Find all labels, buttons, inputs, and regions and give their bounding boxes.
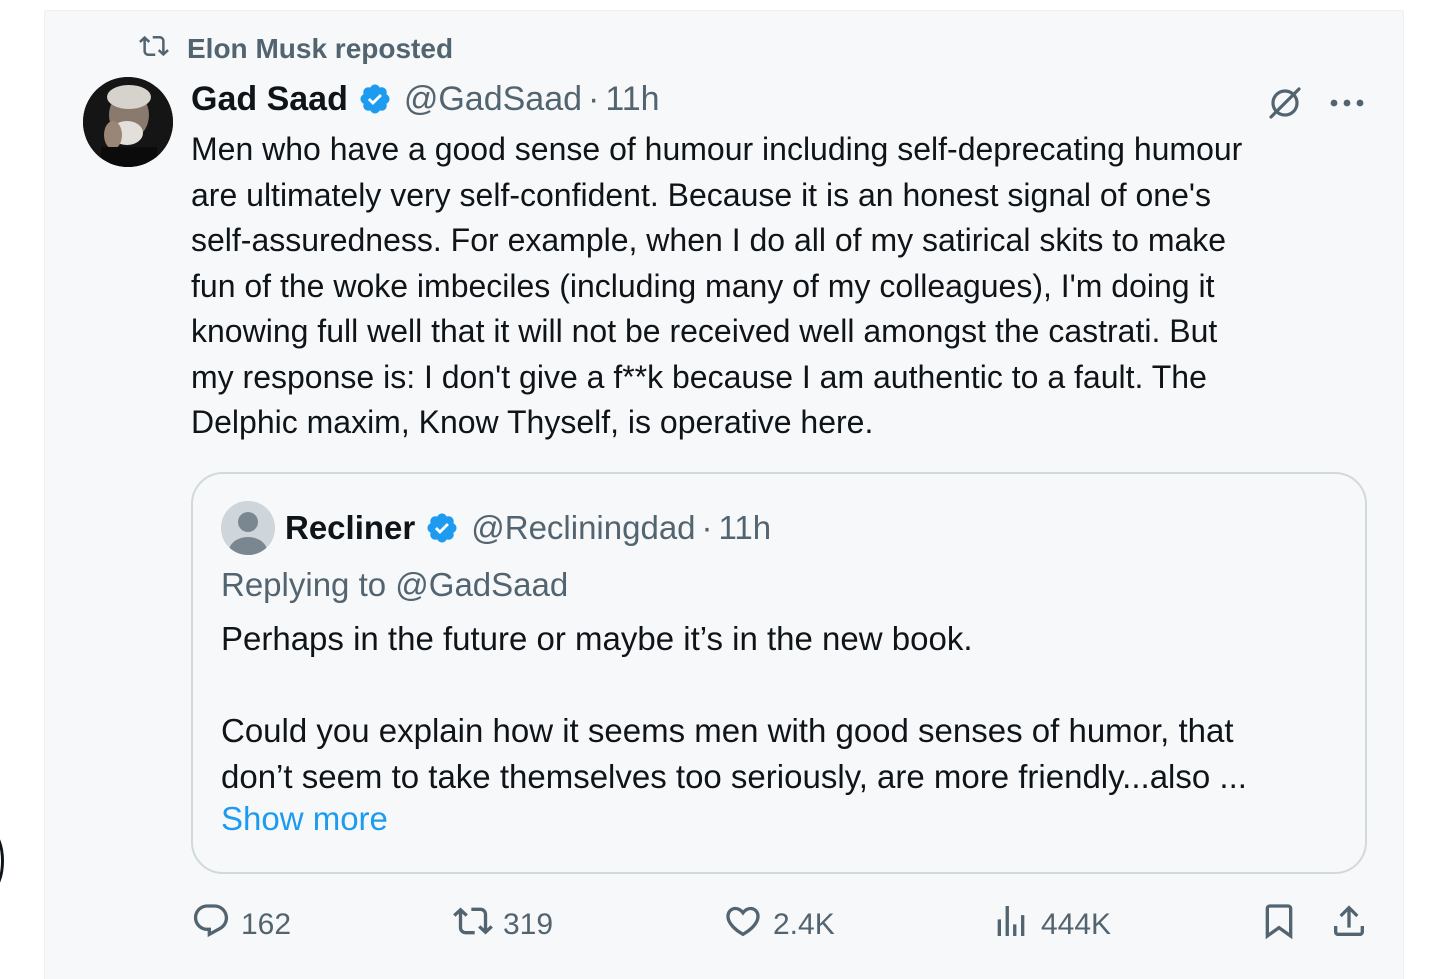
repost-icon — [137, 31, 171, 66]
quoted-author-name[interactable]: Recliner — [285, 509, 415, 547]
tweet-card[interactable]: Elon Musk reposted Gad Saad @GadSaad · 1… — [44, 10, 1404, 979]
tweet-body: Men who have a good sense of humour incl… — [191, 131, 1243, 440]
bookmark-button[interactable] — [1259, 899, 1299, 951]
quoted-tweet-header: Recliner @Recliningdad · 11h — [221, 500, 771, 556]
share-icon — [1329, 901, 1369, 949]
repost-count: 319 — [503, 908, 554, 941]
separator-dot: · — [701, 509, 713, 546]
bookmark-icon — [1259, 901, 1299, 949]
heart-icon — [723, 901, 763, 949]
repost-text[interactable]: Elon Musk reposted — [187, 33, 453, 65]
more-options-icon[interactable] — [1325, 81, 1369, 125]
quoted-text-paragraph2: Could you explain how it seems men with … — [221, 712, 1247, 795]
views-chart-icon — [991, 901, 1031, 949]
views-button[interactable]: 444K — [991, 899, 1111, 951]
grok-icon[interactable] — [1263, 81, 1307, 125]
repost-indicator: Elon Musk reposted — [137, 31, 453, 66]
author-name[interactable]: Gad Saad — [191, 80, 348, 119]
repost-icon — [453, 901, 493, 949]
verified-badge-icon — [358, 82, 392, 116]
replying-to-line: Replying to @GadSaad — [221, 566, 568, 604]
tweet-actions: 162 319 2.4K 444K — [191, 899, 1371, 951]
views-count: 444K — [1041, 908, 1112, 941]
replying-to-label: Replying to — [221, 566, 387, 603]
default-avatar-icon[interactable] — [221, 501, 275, 555]
author-handle[interactable]: @GadSaad — [404, 80, 582, 119]
tweet-time[interactable]: 11h — [605, 80, 659, 119]
partial-avatar-edge — [0, 832, 4, 890]
tweet-header: Gad Saad @GadSaad · 11h — [191, 77, 660, 121]
repost-button[interactable]: 319 — [453, 899, 553, 951]
reply-button[interactable]: 162 — [191, 899, 291, 951]
author-avatar[interactable] — [83, 77, 173, 167]
verified-badge-icon — [425, 511, 459, 545]
like-count: 2.4K — [773, 908, 835, 941]
reply-count: 162 — [241, 908, 292, 941]
separator-dot: · — [588, 79, 600, 118]
quoted-author-handle[interactable]: @Recliningdad — [471, 509, 695, 547]
quoted-text-line1: Perhaps in the future or maybe it’s in t… — [221, 620, 973, 657]
reply-icon — [191, 901, 231, 949]
show-more-link[interactable]: Show more — [221, 800, 388, 838]
replying-to-mention[interactable]: @GadSaad — [395, 566, 568, 603]
like-button[interactable]: 2.4K — [723, 899, 835, 951]
quoted-tweet[interactable]: Recliner @Recliningdad · 11h Replying to… — [191, 472, 1367, 874]
quoted-tweet-time[interactable]: 11h — [719, 509, 772, 547]
share-button[interactable] — [1329, 899, 1369, 951]
